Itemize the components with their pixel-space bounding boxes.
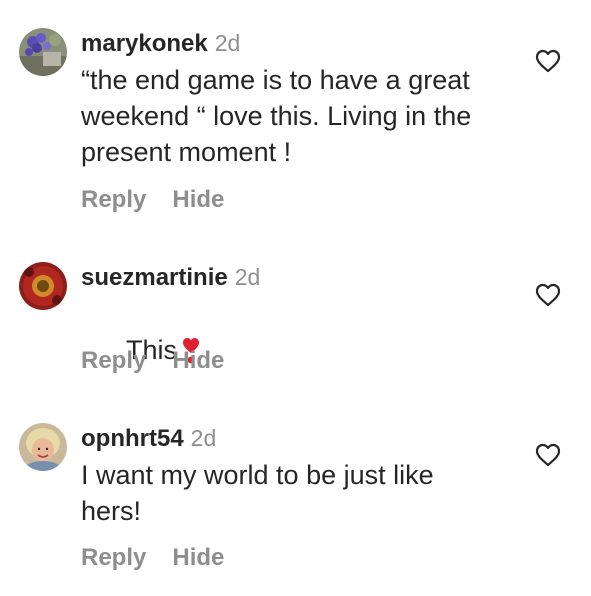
hide-button[interactable]: Hide: [172, 544, 224, 572]
comment-meta: opnhrt54 2d: [81, 423, 521, 453]
comment-text: “the end game is to have a great weekend…: [81, 65, 479, 167]
comment-username[interactable]: marykonek: [81, 29, 208, 59]
avatar[interactable]: [19, 423, 67, 471]
comment-meta: marykonek 2d: [81, 28, 521, 58]
reply-button[interactable]: Reply: [81, 544, 146, 572]
hide-button[interactable]: Hide: [172, 186, 224, 214]
comment-meta: suezmartinie 2d: [81, 262, 521, 292]
heart-outline-icon[interactable]: [535, 49, 561, 73]
comment-username[interactable]: opnhrt54: [81, 424, 184, 454]
reply-button[interactable]: Reply: [81, 186, 146, 214]
heart-outline-icon[interactable]: [535, 283, 561, 307]
comment-content: opnhrt54 2d I want my world to be just l…: [81, 423, 521, 529]
comment-actions: Reply Hide: [81, 186, 224, 214]
reply-button[interactable]: Reply: [81, 347, 146, 375]
comment-text: I want my world to be just like hers!: [81, 460, 442, 526]
comment-timestamp: 2d: [190, 425, 217, 451]
comment-timestamp: 2d: [214, 30, 241, 56]
avatar[interactable]: [19, 262, 67, 310]
comment-timestamp: 2d: [234, 264, 261, 290]
hide-button[interactable]: Hide: [172, 347, 224, 375]
comment-username[interactable]: suezmartinie: [81, 263, 228, 293]
heart-outline-icon[interactable]: [535, 443, 561, 467]
comment-content: suezmartinie 2d This: [81, 262, 521, 410]
avatar[interactable]: [19, 28, 67, 76]
comment-content: marykonek 2d “the end game is to have a …: [81, 28, 521, 170]
comment-actions: Reply Hide: [81, 347, 224, 375]
comment-actions: Reply Hide: [81, 544, 224, 572]
